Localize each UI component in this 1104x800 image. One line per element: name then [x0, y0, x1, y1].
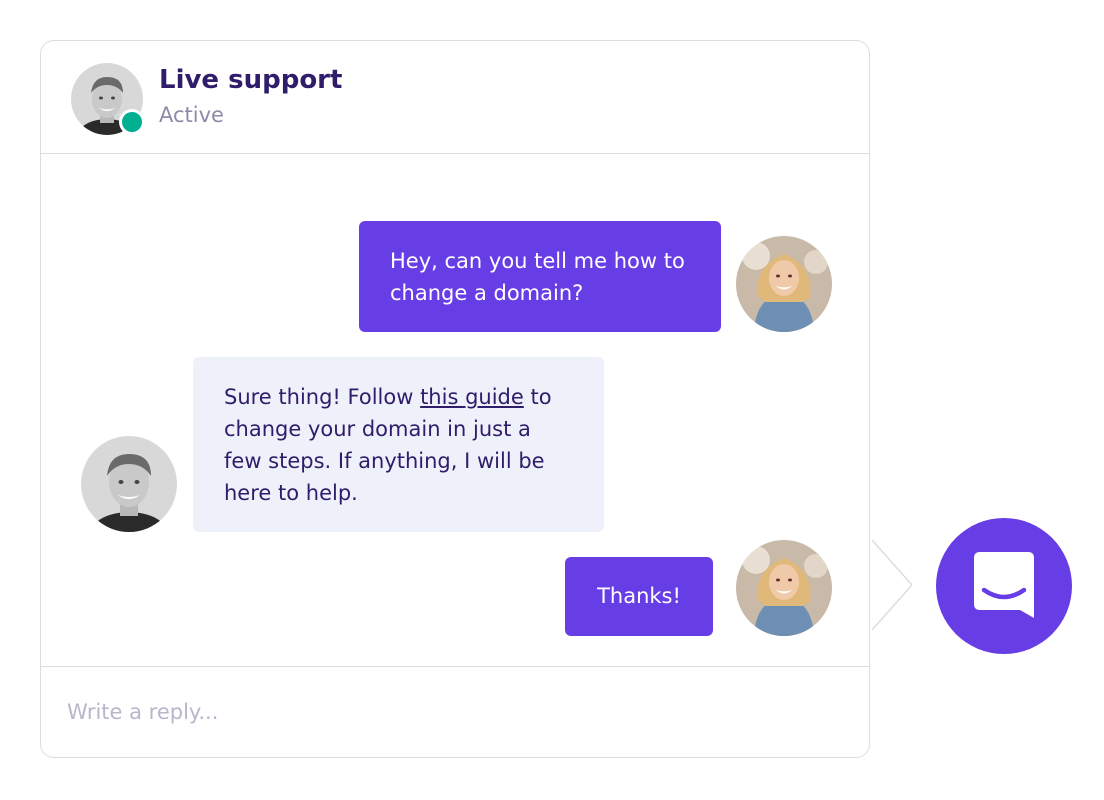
user-message-thanks: Thanks! — [565, 557, 713, 636]
reply-input[interactable] — [65, 691, 829, 733]
chat-window: Live support Active Hey, can you tell me… — [40, 40, 870, 758]
chat-header: Live support Active — [41, 41, 869, 154]
online-status-dot — [119, 109, 145, 135]
guide-link[interactable]: this guide — [420, 385, 524, 409]
chat-launcher-button[interactable] — [936, 518, 1072, 654]
agent-message-avatar — [81, 436, 177, 532]
user-avatar — [736, 236, 832, 332]
agent-status: Active — [159, 103, 224, 127]
agent-message: Sure thing! Follow this guide to change … — [193, 357, 604, 532]
composer — [41, 666, 869, 757]
user-message: Hey, can you tell me how to change a dom… — [359, 221, 721, 332]
chat-title: Live support — [159, 65, 343, 95]
chat-bubble-smile-icon — [974, 552, 1034, 618]
user-avatar — [736, 540, 832, 636]
agent-message-text: Sure thing! Follow — [224, 385, 421, 409]
launcher-pointer — [872, 540, 912, 630]
